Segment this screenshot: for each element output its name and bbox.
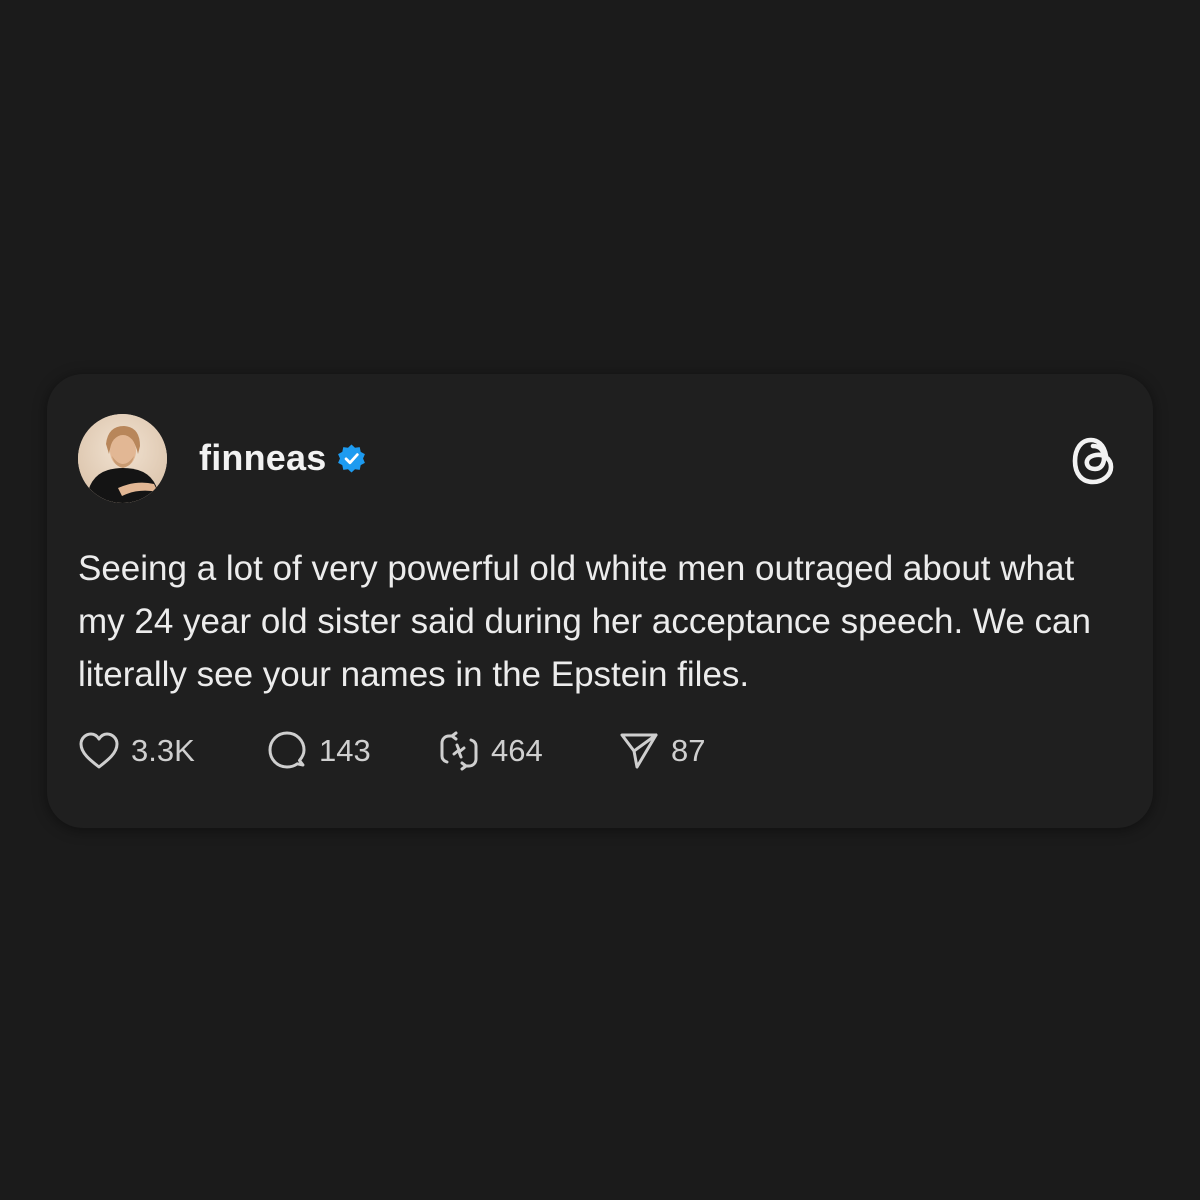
like-button[interactable]: 3.3K [78,731,266,771]
avatar[interactable] [78,414,167,503]
threads-logo-icon[interactable] [1069,434,1119,488]
share-button[interactable]: 87 [618,730,705,772]
verified-badge-icon [336,443,367,474]
post-text: Seeing a lot of very powerful old white … [78,549,1091,694]
share-count: 87 [671,733,706,768]
reply-button[interactable]: 143 [266,730,438,772]
profile-photo [78,414,167,503]
action-bar: 3.3K 143 464 87 [78,728,705,774]
heart-icon [78,731,120,771]
repost-count: 464 [491,733,543,768]
reply-count: 143 [319,733,371,768]
post-card[interactable]: finneas Seeing a lot of very powerful ol… [47,374,1153,828]
like-count: 3.3K [131,733,195,768]
username[interactable]: finneas [199,437,326,479]
repost-button[interactable]: 464 [438,730,618,772]
paper-plane-icon [618,730,660,772]
speech-bubble-icon [266,730,308,772]
author-row: finneas [199,436,367,480]
repost-arrows-icon [438,730,480,772]
